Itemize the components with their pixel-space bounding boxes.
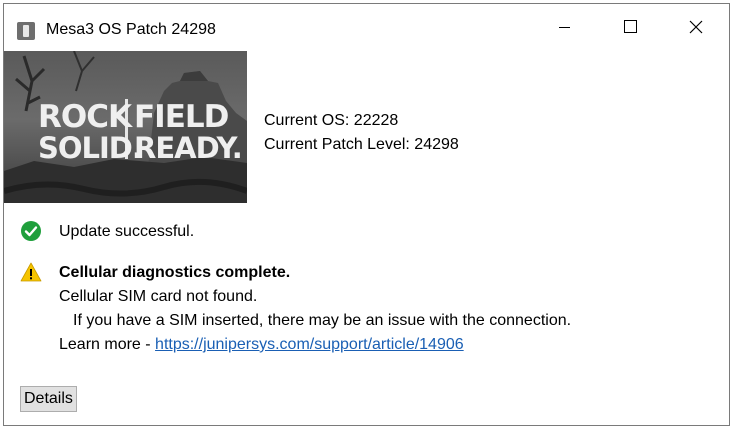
maximize-button[interactable]: [597, 4, 663, 49]
minimize-icon: [558, 27, 570, 28]
close-icon: [689, 20, 703, 33]
maximize-icon: [623, 20, 637, 33]
warning-title: Cellular diagnostics complete.: [59, 264, 291, 281]
warning-line-2: If you have a SIM inserted, there may be…: [73, 312, 572, 329]
learn-more-row: Learn more - https://junipersys.com/supp…: [59, 333, 571, 357]
os-info: Current OS: 22228 Current Patch Level: 2…: [264, 109, 459, 157]
banner-text-field: FIELD: [134, 99, 229, 135]
banner-image: ROCK SOLID. FIELD READY.: [4, 51, 247, 203]
window-title: Mesa3 OS Patch 24298: [46, 21, 216, 38]
details-button[interactable]: Details: [20, 386, 77, 412]
warning-status: Cellular diagnostics complete. Cellular …: [20, 261, 571, 357]
current-patch-level: Current Patch Level: 24298: [264, 136, 459, 153]
check-circle-icon: [21, 221, 41, 241]
patch-dialog-window: Mesa3 OS Patch 24298 ROCK SOLID. FIELD R…: [3, 3, 730, 426]
title-bar[interactable]: Mesa3 OS Patch 24298: [4, 4, 729, 49]
banner-text-ready: READY.: [134, 131, 242, 165]
banner-text-rock: ROCK: [38, 99, 133, 135]
minimize-button[interactable]: [531, 4, 597, 49]
warning-triangle-icon: [20, 262, 42, 282]
success-status: Update successful.: [20, 220, 194, 244]
current-os: Current OS: 22228: [264, 112, 399, 129]
app-icon: [17, 22, 35, 40]
success-message: Update successful.: [59, 223, 195, 240]
learn-more-link[interactable]: https://junipersys.com/support/article/1…: [155, 336, 464, 353]
banner-text-solid: SOLID.: [38, 131, 142, 165]
close-button[interactable]: [663, 4, 729, 49]
learn-more-label: Learn more -: [59, 336, 156, 353]
warning-line-1: Cellular SIM card not found.: [59, 288, 258, 305]
